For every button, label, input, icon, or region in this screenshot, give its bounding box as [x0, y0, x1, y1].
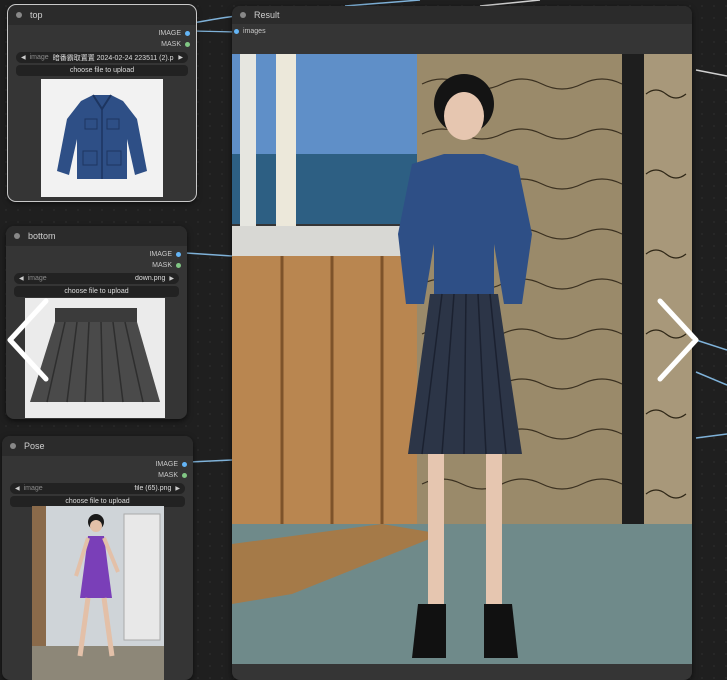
output-label: MASK	[158, 472, 178, 479]
input-images[interactable]: images	[232, 24, 692, 38]
upload-button[interactable]: choose file to upload	[16, 65, 188, 76]
output-label: MASK	[152, 262, 172, 269]
output-image-dot[interactable]	[185, 31, 190, 36]
output-image[interactable]: IMAGE	[2, 459, 193, 470]
node-title: Result	[254, 10, 280, 20]
arrow-left-icon[interactable]: ◀	[15, 485, 20, 492]
node-top[interactable]: top IMAGE MASK ◀ image 暗番霸取置置 2024-02-24…	[7, 4, 197, 202]
chevron-right-icon[interactable]	[654, 297, 702, 383]
output-image-dot[interactable]	[176, 252, 181, 257]
node-header[interactable]: bottom	[6, 226, 187, 246]
node-header[interactable]: Pose	[2, 436, 193, 456]
output-label: IMAGE	[158, 30, 181, 37]
collapse-dot-icon[interactable]	[14, 233, 20, 239]
node-result[interactable]: Result images	[232, 6, 692, 680]
output-mask-dot[interactable]	[176, 263, 181, 268]
combo-label: image	[29, 54, 49, 61]
output-image[interactable]: IMAGE	[6, 249, 187, 260]
output-label: IMAGE	[155, 461, 178, 468]
result-photo	[232, 54, 692, 664]
arrow-left-icon[interactable]: ◀	[19, 275, 24, 282]
image-combo[interactable]: ◀ image 暗番霸取置置 2024-02-24 223511 (2).png…	[16, 52, 188, 63]
arrow-right-icon[interactable]: ▶	[175, 485, 180, 492]
arrow-left-icon[interactable]: ◀	[21, 54, 26, 61]
input-dot[interactable]	[234, 28, 239, 34]
node-header[interactable]: top	[8, 5, 196, 25]
output-image[interactable]: IMAGE	[8, 28, 196, 39]
arrow-right-icon[interactable]: ▶	[169, 275, 174, 282]
collapse-dot-icon[interactable]	[16, 12, 22, 18]
jacket-image	[57, 94, 147, 179]
output-mask[interactable]: MASK	[6, 260, 187, 271]
chevron-left-icon[interactable]	[4, 297, 52, 383]
output-mask[interactable]: MASK	[2, 470, 193, 481]
combo-value: file (65).png	[134, 485, 172, 492]
combo-value: down.png	[135, 275, 166, 282]
image-combo[interactable]: ◀ image file (65).png ▶	[10, 483, 185, 494]
output-mask[interactable]: MASK	[8, 39, 196, 50]
preview-image	[41, 79, 163, 197]
collapse-dot-icon[interactable]	[10, 443, 16, 449]
node-title: bottom	[28, 231, 56, 241]
output-mask-dot[interactable]	[182, 473, 187, 478]
node-title: Pose	[24, 441, 45, 451]
output-label: IMAGE	[149, 251, 172, 258]
output-image-dot[interactable]	[182, 462, 187, 467]
pose-photo	[32, 506, 164, 680]
output-label: MASK	[161, 41, 181, 48]
result-image	[232, 54, 692, 664]
combo-label: image	[23, 485, 43, 492]
node-header[interactable]: Result	[232, 6, 692, 24]
node-pose[interactable]: Pose IMAGE MASK ◀ image file (65).png ▶ …	[2, 436, 193, 680]
preview-image	[32, 506, 164, 680]
input-label: images	[243, 27, 266, 35]
collapse-dot-icon[interactable]	[240, 12, 246, 18]
output-mask-dot[interactable]	[185, 42, 190, 47]
combo-value: 暗番霸取置置 2024-02-24 223511 (2).png	[52, 54, 175, 62]
upload-button[interactable]: choose file to upload	[14, 286, 179, 297]
combo-label: image	[27, 275, 47, 282]
node-title: top	[30, 10, 43, 20]
arrow-right-icon[interactable]: ▶	[178, 54, 183, 61]
image-combo[interactable]: ◀ image down.png ▶	[14, 273, 179, 284]
